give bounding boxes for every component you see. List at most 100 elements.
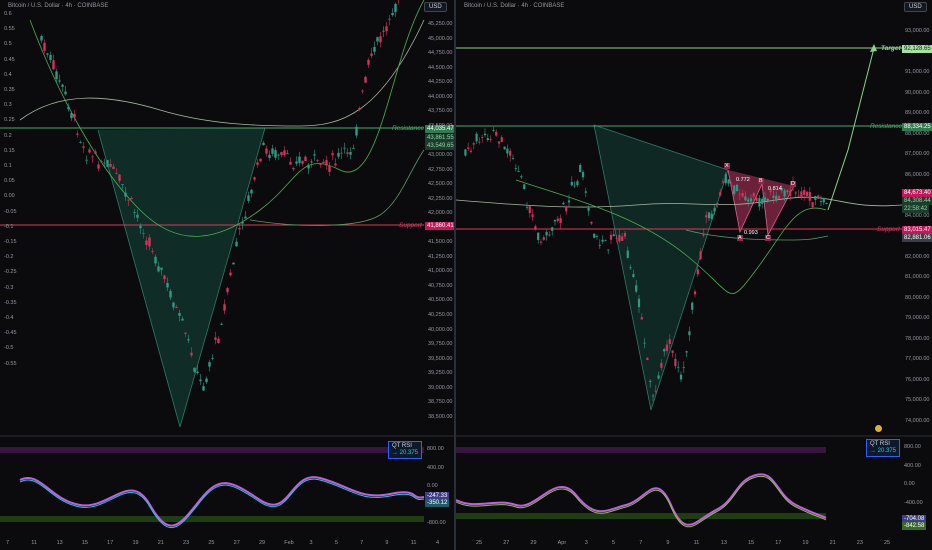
left-candle-body — [103, 162, 106, 164]
right-price-axis-tick: 78,000.00 — [905, 335, 930, 342]
left-candle-body — [298, 156, 301, 163]
right-candle-body — [727, 179, 730, 184]
right-candle-body — [730, 185, 733, 187]
right-candle-body — [469, 150, 473, 152]
right-rsi-upper-band — [456, 447, 826, 453]
right-candle-body — [539, 241, 543, 243]
time-axis-tick: 17 — [107, 540, 114, 546]
right-candle-body — [640, 317, 643, 320]
time-axis-tick: 27 — [503, 540, 510, 546]
right-candle-body — [601, 239, 604, 242]
left-percent-scale-tick: -0.05 — [4, 208, 17, 215]
right-candle-body — [651, 395, 655, 397]
chart-pane-left[interactable]: Bitcoin / U.S. Dollar · 4h · COINBASE US… — [0, 0, 454, 550]
left-candle-body — [193, 367, 196, 372]
left-candle-body — [322, 161, 325, 164]
right-candle-body — [626, 250, 629, 258]
right-candle-body — [503, 146, 506, 150]
left-candle-body — [202, 386, 205, 391]
left-candle-body — [118, 174, 121, 181]
right-candle-body — [721, 181, 725, 183]
chart-pane-right[interactable]: Bitcoin / U.S. Dollar · 4h · COINBASE US… — [456, 0, 932, 550]
left-candle-body — [274, 150, 277, 158]
right-candle-body — [735, 184, 739, 192]
left-percent-scale-tick: 0.3 — [4, 102, 12, 109]
left-rsi-legend[interactable]: QT RSI → 20.375 — [388, 441, 423, 459]
left-price-tag-2: 43,549.65 — [425, 142, 454, 150]
right-candle-body — [688, 331, 691, 336]
left-percent-scale-tick: 0.1 — [4, 163, 12, 169]
left-candle-body — [376, 37, 379, 42]
left-candle-body — [115, 172, 118, 174]
right-candle-body — [531, 214, 534, 217]
time-axis-tick: 11 — [410, 540, 417, 546]
right-candle-body — [797, 195, 800, 197]
right-candle-body — [584, 191, 587, 193]
left-percent-scale-tick: -0.55 — [4, 360, 17, 367]
right-candle-body — [472, 143, 475, 145]
left-candle-body — [124, 192, 127, 197]
left-price-axis-tick: 42,000.00 — [428, 210, 453, 217]
right-candle-body — [489, 139, 492, 140]
left-candle-body — [151, 251, 154, 253]
left-candle-body — [289, 161, 292, 165]
left-candle-body — [61, 84, 64, 87]
left-currency-button[interactable]: USD — [424, 2, 447, 12]
left-candle-body — [142, 233, 145, 234]
right-currency-button[interactable]: USD — [904, 2, 927, 12]
left-price-axis-tick: 43,000.00 — [428, 151, 453, 158]
left-chart-canvas[interactable] — [0, 0, 454, 550]
right-candle-body — [637, 298, 641, 308]
right-candle-body — [710, 213, 713, 219]
right-candle-body — [772, 195, 775, 198]
left-candle-body — [106, 160, 109, 167]
left-price-axis-tick: 40,000.00 — [428, 326, 453, 333]
right-candle-body — [811, 202, 814, 208]
left-candle-body — [109, 163, 112, 167]
right-candle-body — [749, 198, 753, 202]
right-candle-body — [643, 342, 646, 344]
left-candle-body — [172, 302, 175, 308]
right-chart-canvas[interactable] — [456, 0, 932, 550]
left-candle-body — [250, 189, 253, 194]
left-price-axis-tick: 43,750.00 — [428, 108, 453, 115]
right-price-axis-tick: 86,000.00 — [905, 171, 930, 178]
time-axis-tick: 11 — [693, 540, 700, 546]
left-ma-long — [249, 149, 425, 226]
left-percent-scale-tick: 0.5 — [4, 41, 12, 48]
right-candle-body — [761, 198, 764, 204]
right-candle-body — [534, 226, 537, 230]
time-axis-tick: 21 — [157, 540, 164, 546]
left-candle-body — [220, 323, 223, 325]
left-candle-body — [262, 142, 265, 145]
right-candle-body — [668, 339, 671, 345]
left-percent-scale-tick: 0.05 — [4, 178, 15, 185]
right-candle-body — [777, 196, 781, 199]
left-candle-body — [136, 214, 139, 218]
right-candle-body — [755, 197, 758, 202]
left-candle-body — [49, 54, 52, 61]
left-candle-body — [235, 241, 238, 247]
left-candle-body — [55, 71, 58, 80]
right-candle-body — [559, 218, 562, 224]
time-axis-tick: 21 — [829, 540, 836, 546]
right-candle-body — [685, 351, 688, 353]
left-candle-body — [379, 36, 382, 43]
left-resistance-price-tag: 44,035.47 — [425, 125, 454, 133]
time-axis-tick: 23 — [856, 540, 863, 546]
right-candle-body — [665, 344, 669, 352]
time-axis-tick: 3 — [584, 540, 588, 546]
left-candle-body — [355, 126, 358, 136]
left-candle-body — [139, 225, 142, 229]
right-price-axis-tick: 75,000.00 — [905, 397, 930, 403]
right-price-tag-2: 84,308.44 — [902, 197, 932, 205]
left-percent-scale-tick: 0.25 — [4, 117, 15, 124]
pattern-ratio-3: 0.814 — [768, 186, 782, 192]
left-candle-body — [73, 113, 76, 118]
left-price-axis-tick: 42,500.00 — [428, 181, 453, 188]
right-price-axis-tick: 90,000.00 — [905, 89, 930, 96]
right-rsi-legend[interactable]: QT RSI → 20.375 — [866, 439, 901, 457]
right-candle-body — [483, 133, 487, 136]
right-support-label: Support — [877, 226, 900, 233]
indicator-settings-icon[interactable] — [875, 425, 882, 432]
